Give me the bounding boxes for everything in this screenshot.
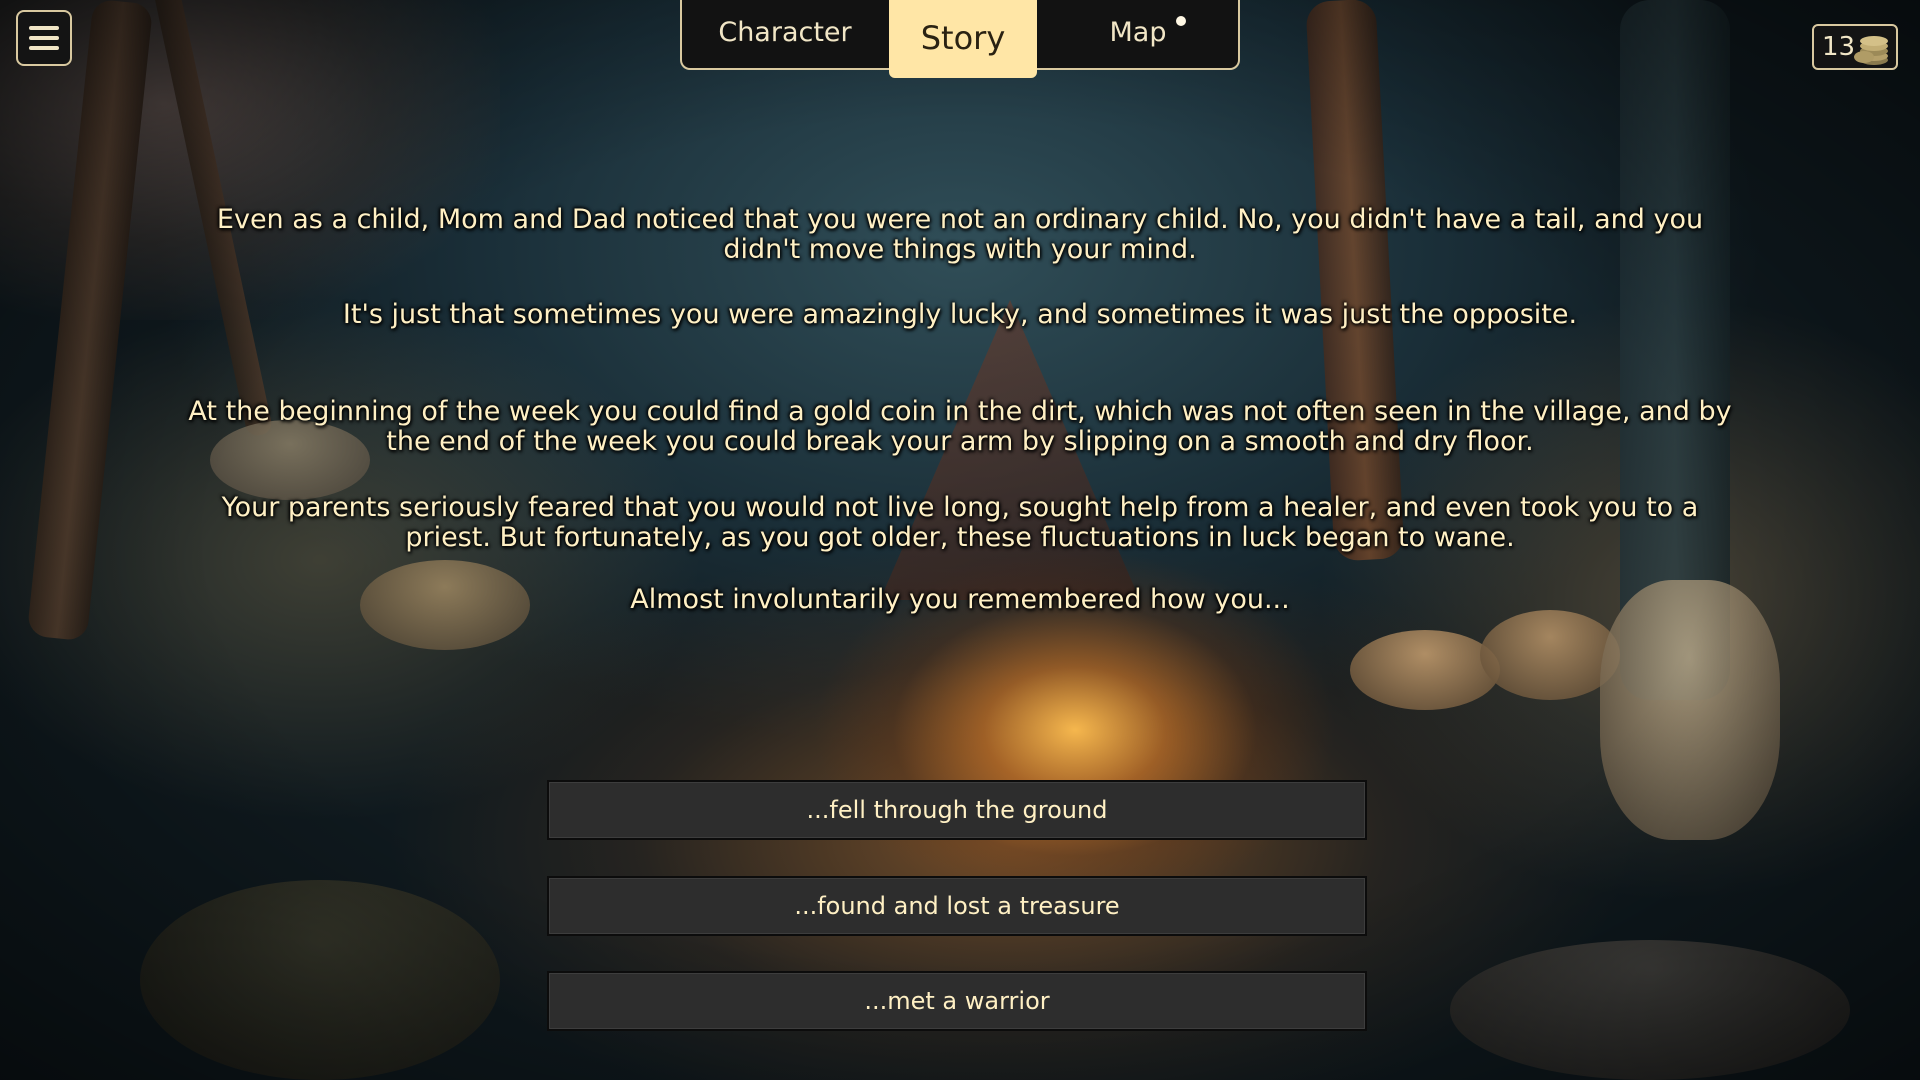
choice-button[interactable]: ...met a warrior [547,971,1367,1031]
tab-bar: Character Story Map [680,0,1240,78]
choice-button[interactable]: ...fell through the ground [547,780,1367,840]
story-paragraph: At the beginning of the week you could f… [188,396,1732,457]
menu-button[interactable] [16,10,72,66]
story-prompt: Almost involuntarily you remembered how … [630,584,1290,615]
tab-map-label: Map [1109,16,1167,48]
choice-label: ...found and lost a treasure [794,892,1120,920]
choice-button[interactable]: ...found and lost a treasure [547,876,1367,936]
choice-label: ...met a warrior [864,987,1050,1015]
game-screen: Character Story Map 13 Even as a child, … [0,0,1920,1080]
tab-character[interactable]: Character [682,0,888,66]
story-paragraph: It's just that sometimes you were amazin… [342,299,1578,330]
coin-stack-icon [1854,36,1888,65]
story-paragraph: Your parents seriously feared that you w… [221,492,1699,553]
coin-counter: 13 [1812,24,1898,70]
choice-label: ...fell through the ground [806,796,1108,824]
tab-story[interactable]: Story [889,0,1037,78]
story-paragraph: Even as a child, Mom and Dad noticed tha… [216,204,1704,265]
notification-dot-icon [1176,16,1186,26]
tab-map[interactable]: Map [1038,0,1238,66]
tab-character-label: Character [718,16,852,48]
tab-story-label: Story [920,19,1006,57]
hamburger-menu-icon [29,26,59,50]
coin-count: 13 [1822,32,1856,62]
